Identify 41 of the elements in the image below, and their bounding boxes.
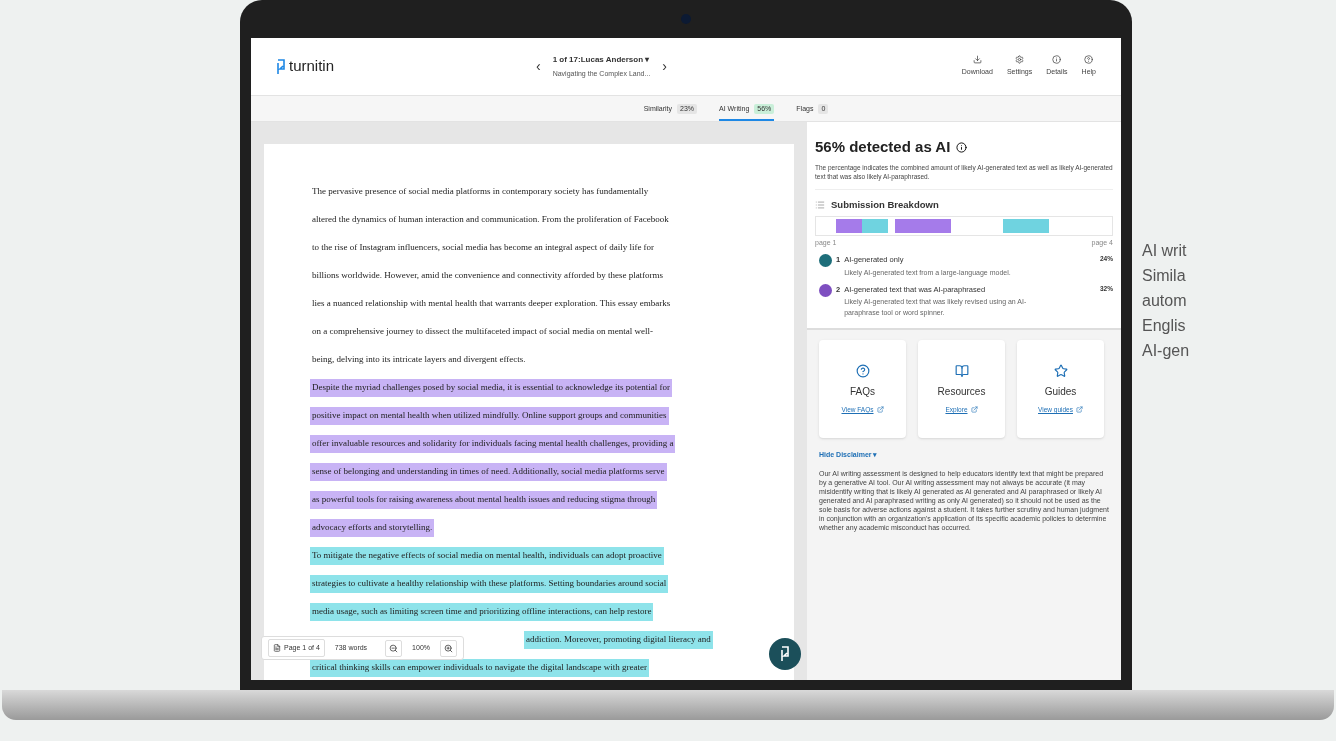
document-text-line: to the rise of Instagram influencers, social media has become an integral aspect of daily life for: [311, 241, 656, 255]
document-text-line: billions worldwide. However, amid the convenience and connectivity afforded by these platforms: [311, 269, 665, 283]
card-title: Guides: [1044, 384, 1077, 399]
book-icon: [954, 363, 969, 378]
previous-button[interactable]: ‹: [536, 56, 541, 77]
document-text-line: being, delving into its intricate layers and divergent effects.: [311, 353, 527, 367]
logo-icon: [780, 646, 790, 662]
document-text-line: on a comprehensive journey to dissect the multifaceted impact of social media on mental well-: [311, 325, 654, 339]
download-icon: [972, 55, 982, 65]
help-icon: [1084, 55, 1094, 65]
zoom-out-button[interactable]: [385, 639, 403, 657]
side-caption-text: Simila: [1142, 266, 1187, 286]
zoom-in-button[interactable]: [440, 639, 457, 657]
zoom-out-icon: [389, 643, 399, 653]
logo-text: turnitin: [289, 56, 335, 77]
submission-dropdown[interactable]: 1 of 17:Lucas Anderson ▾: [552, 53, 650, 66]
assistant-button[interactable]: [769, 638, 801, 670]
external-link-icon: [876, 406, 884, 414]
external-link-icon: [970, 406, 978, 414]
list-icon: [815, 199, 825, 210]
side-caption-text: AI-gen: [1142, 341, 1190, 361]
document-text-line: altered the dynamics of human interaction and communication. From the proliferation of Facebook: [311, 213, 670, 227]
logo-icon: [276, 58, 286, 75]
help-icon: [855, 363, 870, 378]
settings-icon: [1015, 55, 1025, 65]
breakdown-title: Submission Breakdown: [831, 197, 939, 212]
card-title: FAQs: [850, 384, 875, 399]
star-icon: [1053, 363, 1068, 378]
side-caption-text: AI writ: [1142, 241, 1188, 261]
document-text-line: lies a nuanced relationship with mental health that warrants deeper exploration. This essay embarks: [311, 297, 672, 311]
info-icon: [956, 141, 968, 153]
next-button[interactable]: ›: [662, 56, 667, 77]
side-caption-text: Englis: [1142, 316, 1187, 336]
document-text-line: The pervasive presence of social media platforms in contemporary society has fundamentally: [311, 185, 650, 199]
card-title: Resources: [937, 384, 986, 399]
zoom-in-icon: [444, 643, 453, 653]
side-caption-text: autom: [1142, 291, 1188, 311]
external-link-icon: [1075, 406, 1083, 414]
ai-score-title: 56% detected as AI: [815, 137, 951, 157]
info-icon: [1052, 55, 1062, 65]
page-icon: [273, 644, 281, 652]
